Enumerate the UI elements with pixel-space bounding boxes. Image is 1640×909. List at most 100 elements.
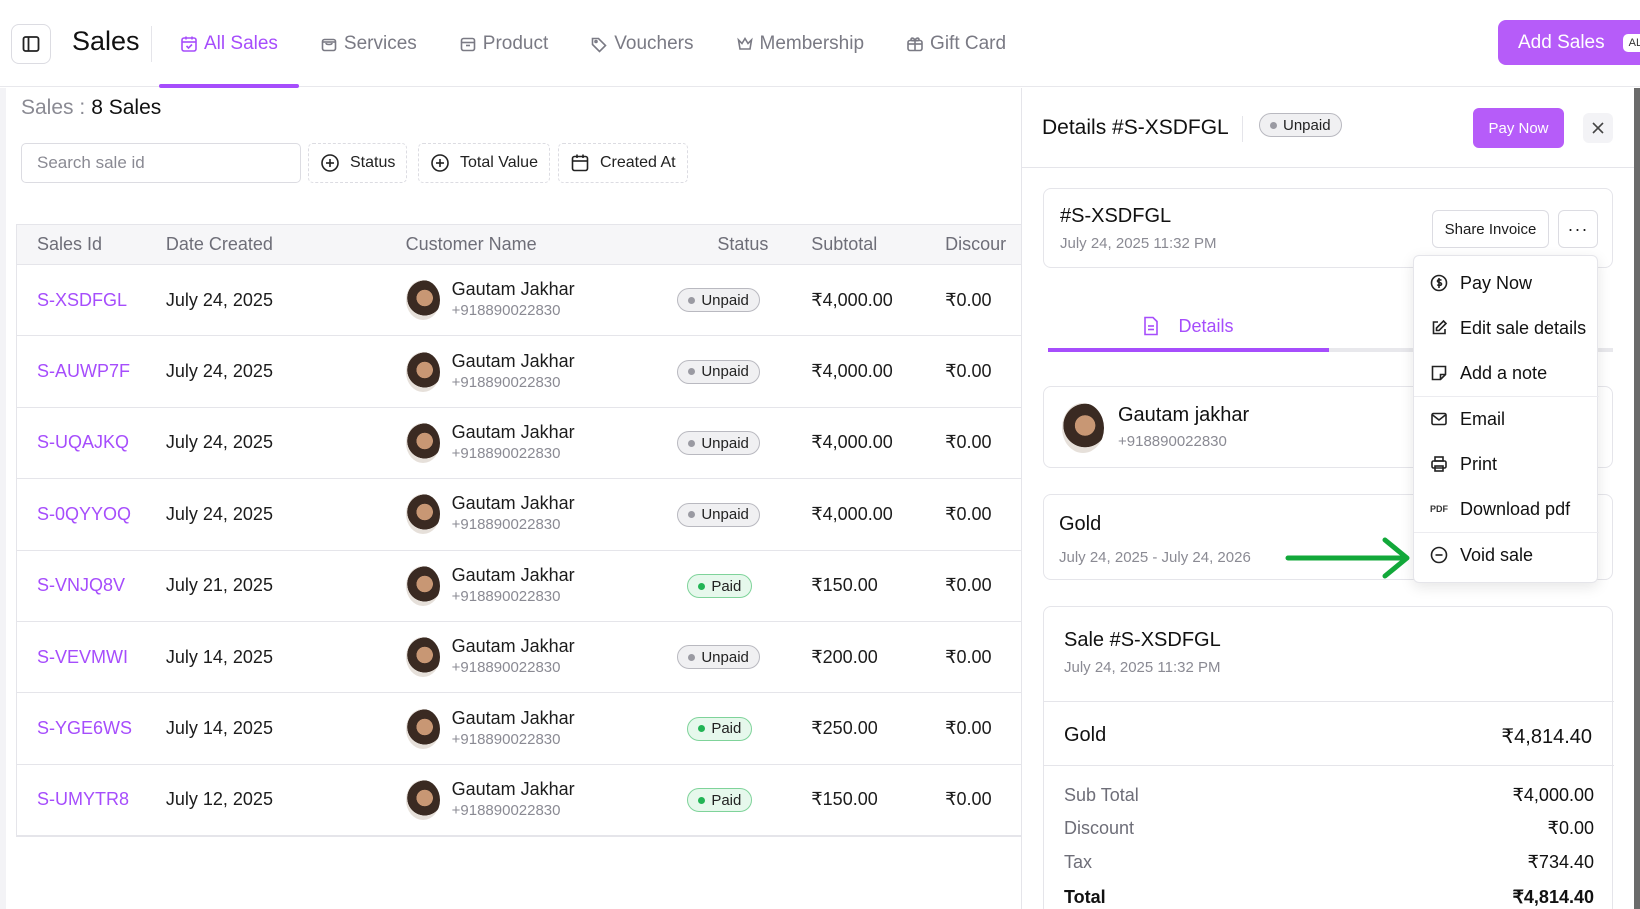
- menu-item-label: Pay Now: [1460, 272, 1533, 293]
- add-sales-button[interactable]: Add Sales AL: [1498, 20, 1640, 65]
- tab-services[interactable]: Services: [299, 0, 438, 87]
- status-badge: Unpaid: [677, 431, 760, 456]
- filter-label: Status: [350, 154, 396, 171]
- menu-item-pay-now[interactable]: Pay Now: [1414, 261, 1599, 305]
- col-date-created[interactable]: Date Created: [146, 234, 386, 255]
- tab-details[interactable]: Details: [1048, 306, 1328, 346]
- sales-count: Sales :8 Sales: [21, 96, 161, 120]
- edit-icon: [1432, 319, 1448, 335]
- sale-id-link[interactable]: S-VEVMWI: [17, 647, 146, 668]
- customer-info: Gautam Jakhar +918890022830: [452, 778, 575, 822]
- summary-row-total: Total ₹4,814.40: [1064, 887, 1594, 908]
- pdf-icon: PDF: [1430, 504, 1448, 514]
- sale-id-link[interactable]: S-YGE6WS: [17, 718, 146, 739]
- date-created: July 24, 2025: [165, 361, 273, 382]
- sale-id-link[interactable]: S-0QYYOQ: [17, 504, 146, 525]
- more-options-button[interactable]: ···: [1558, 210, 1598, 248]
- table-row[interactable]: S-VNJQ8V July 21, 2025 Gautam Jakhar +91889…: [17, 551, 1021, 622]
- discount: ₹0.00: [945, 503, 992, 524]
- bag-icon: [321, 38, 337, 51]
- tab-all-sales[interactable]: All Sales: [159, 0, 299, 88]
- status-text: Paid: [711, 577, 742, 595]
- dollar-circle-icon: [1430, 274, 1448, 292]
- tab-label: Product: [482, 32, 549, 54]
- discount: ₹0.00: [945, 718, 992, 739]
- close-button[interactable]: [1583, 113, 1613, 143]
- customer-name: Gautam Jakhar: [451, 564, 575, 585]
- status-dot: [698, 582, 706, 590]
- status-dot: [688, 511, 696, 519]
- customer-cell: Gautam Jakhar +918890022830: [386, 278, 676, 322]
- search-input[interactable]: [21, 143, 301, 183]
- status-badge: Paid: [687, 716, 753, 741]
- customer-info: Gautam Jakhar +918890022830: [452, 492, 575, 536]
- sale-id-link[interactable]: S-VNJQ8V: [17, 575, 146, 596]
- status-text: Unpaid: [701, 506, 749, 524]
- tab-gift-card[interactable]: Gift Card: [885, 0, 1027, 87]
- tab-product[interactable]: Product: [438, 0, 569, 87]
- avatar: [405, 422, 440, 463]
- tab-indicator: [1048, 348, 1329, 352]
- status-text: Unpaid: [1283, 116, 1331, 134]
- table-row[interactable]: S-VEVMWI July 14, 2025 Gautam Jakhar +91889…: [17, 622, 1021, 694]
- table-header: Sales Id Date Created Customer Name Stat…: [17, 225, 1021, 265]
- table-row[interactable]: S-0QYYOQ July 24, 2025 Gautam Jakhar +91889…: [17, 479, 1021, 551]
- sales-list-panel: Sales :8 Sales Status Total Value Create…: [0, 88, 1021, 909]
- status-filter-button[interactable]: Status: [308, 143, 408, 183]
- sale-date: July 24, 2025 11:32 PM: [1064, 659, 1221, 676]
- customer-info: Gautam Jakhar +918890022830: [452, 635, 575, 679]
- share-invoice-button[interactable]: Share Invoice: [1432, 210, 1549, 248]
- menu-item-add-note[interactable]: Add a note: [1414, 351, 1599, 395]
- menu-item-void-sale[interactable]: Void sale: [1414, 533, 1599, 577]
- menu-item-label: Print: [1460, 453, 1498, 474]
- created-at-filter-button[interactable]: Created At: [558, 143, 688, 183]
- menu-item-label: Edit sale details: [1460, 317, 1587, 338]
- sale-id-link[interactable]: S-UQAJKQ: [17, 432, 146, 453]
- scrollbar[interactable]: [1634, 88, 1640, 909]
- col-discount[interactable]: Discour: [925, 234, 1021, 255]
- crown-icon: [736, 36, 753, 50]
- calendar-icon: [571, 154, 589, 172]
- menu-item-edit-sale[interactable]: Edit sale details: [1414, 306, 1599, 350]
- sale-item-amount: ₹4,814.40: [1501, 726, 1592, 748]
- col-customer-name[interactable]: Customer Name: [386, 234, 676, 255]
- status-dot: [688, 653, 696, 661]
- sale-id-link[interactable]: S-XSDFGL: [17, 290, 146, 311]
- date-created: July 14, 2025: [165, 718, 273, 739]
- minus-circle-icon: [1430, 546, 1448, 564]
- pay-now-button[interactable]: Pay Now: [1473, 108, 1564, 148]
- nav-tabs: All Sales Services Product Vouchers Memb…: [159, 0, 1027, 88]
- menu-item-download-pdf[interactable]: PDF Download pdf: [1414, 487, 1599, 531]
- total-value-filter-button[interactable]: Total Value: [418, 143, 550, 183]
- table-row[interactable]: S-YGE6WS July 14, 2025 Gautam Jakhar +91889…: [17, 693, 1021, 765]
- tab-label: Gift Card: [930, 32, 1007, 54]
- sale-id-link[interactable]: S-UMYTR8: [17, 789, 146, 810]
- document-icon: [1144, 316, 1159, 336]
- status-dot: [1270, 121, 1277, 129]
- tab-vouchers[interactable]: Vouchers: [569, 0, 714, 87]
- table-row[interactable]: S-AUWP7F July 24, 2025 Gautam Jakhar +91889…: [17, 336, 1021, 408]
- sidebar-toggle-button[interactable]: [11, 24, 51, 64]
- menu-item-print[interactable]: Print: [1414, 442, 1599, 486]
- gift-icon: [907, 36, 923, 51]
- sale-id-link[interactable]: S-AUWP7F: [17, 361, 146, 382]
- customer-phone: +918890022830: [451, 516, 561, 534]
- status-dot: [698, 796, 706, 804]
- col-subtotal[interactable]: Subtotal: [785, 234, 925, 255]
- customer-cell: Gautam Jakhar +918890022830: [386, 350, 676, 394]
- summary-value: ₹4,814.40: [1512, 887, 1594, 907]
- status-text: Paid: [711, 791, 742, 809]
- invoice-id: #S-XSDFGL: [1060, 205, 1172, 227]
- tab-label: Vouchers: [614, 32, 694, 54]
- table-row[interactable]: S-UQAJKQ July 24, 2025 Gautam Jakhar +91889…: [17, 408, 1021, 480]
- col-status[interactable]: Status: [675, 234, 785, 255]
- membership-name: Gold: [1059, 513, 1102, 535]
- plus-circle-icon: [431, 154, 449, 172]
- menu-item-email[interactable]: Email: [1414, 397, 1599, 441]
- col-sales-id[interactable]: Sales Id: [17, 234, 146, 255]
- sale-title: Sale #S-XSDFGL: [1064, 629, 1221, 651]
- table-row[interactable]: S-UMYTR8 July 12, 2025 Gautam Jakhar +91889…: [17, 765, 1021, 837]
- tab-membership[interactable]: Membership: [715, 0, 886, 87]
- summary-value: ₹4,000.00: [1512, 785, 1594, 805]
- table-row[interactable]: S-XSDFGL July 24, 2025 Gautam Jakhar +91889…: [17, 265, 1021, 337]
